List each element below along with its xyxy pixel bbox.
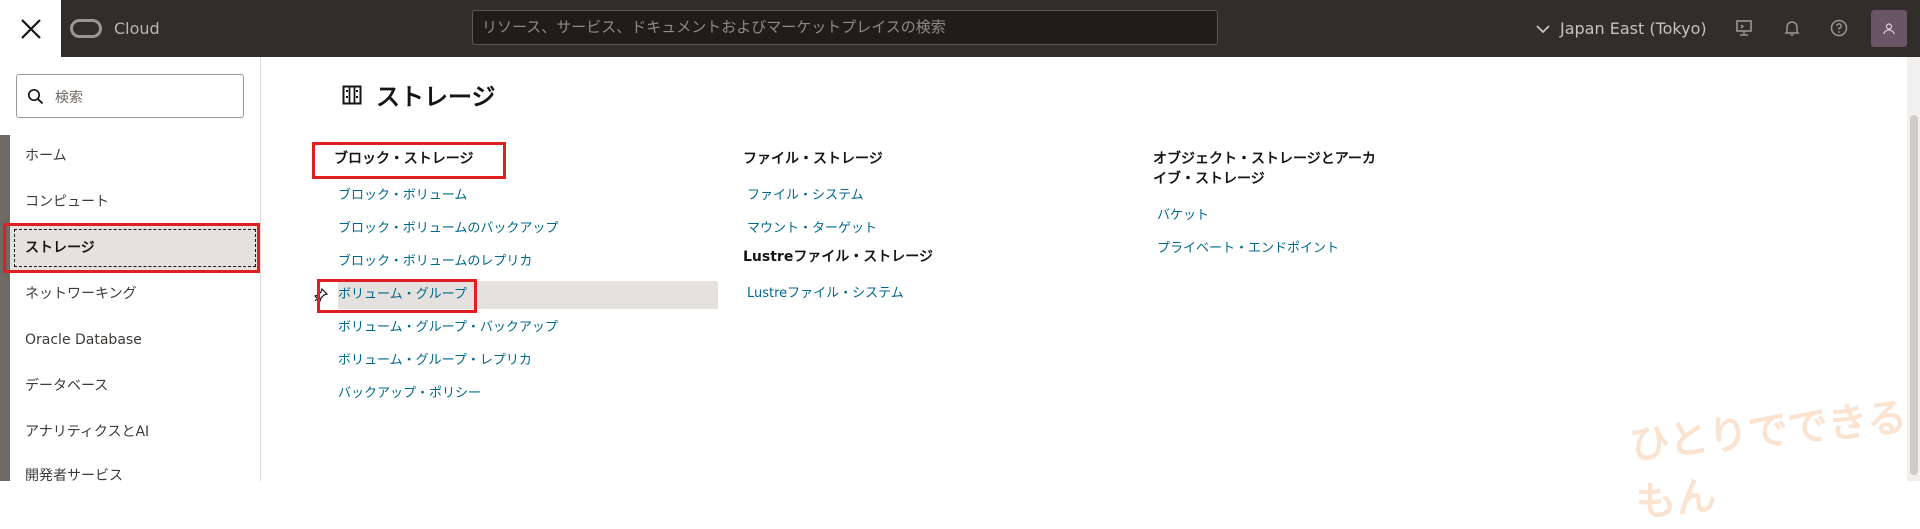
link-file-systems[interactable]: ファイル・システム bbox=[743, 179, 1123, 212]
notifications-button[interactable] bbox=[1781, 17, 1803, 39]
menu-search-placeholder: 検索 bbox=[55, 90, 83, 106]
top-bar: Cloud リソース、サービス、ドキュメントおよびマーケットプレイスの検索 Ja… bbox=[0, 0, 1920, 57]
bell-icon bbox=[1784, 21, 1800, 36]
global-search-input[interactable]: リソース、サービス、ドキュメントおよびマーケットプレイスの検索 bbox=[472, 10, 1218, 45]
link-volume-group-replicas[interactable]: ボリューム・グループ・レプリカ bbox=[334, 344, 734, 377]
group-heading: ファイル・ストレージ bbox=[743, 151, 883, 167]
sidebar-item-networking[interactable]: ネットワーキング bbox=[10, 271, 260, 317]
brand-text: Cloud bbox=[114, 19, 160, 38]
group-heading: Lustreファイル・ストレージ bbox=[743, 249, 934, 265]
sidebar-item-databases[interactable]: データベース bbox=[10, 363, 260, 409]
storage-icon bbox=[342, 85, 362, 104]
page-title: ストレージ bbox=[342, 77, 496, 112]
cloud-shell-icon bbox=[1736, 20, 1752, 36]
link-block-volume-backups[interactable]: ブロック・ボリュームのバックアップ bbox=[334, 212, 734, 245]
sidebar-item-developer-services[interactable]: 開発者サービス bbox=[10, 453, 260, 499]
sidebar-item-compute[interactable]: コンピュート bbox=[10, 179, 260, 225]
profile-button[interactable] bbox=[1871, 10, 1907, 47]
link-backup-policies[interactable]: バックアップ・ポリシー bbox=[334, 377, 734, 410]
page-title-text: ストレージ bbox=[376, 83, 496, 111]
link-buckets[interactable]: バケット bbox=[1153, 199, 1383, 232]
cloud-shell-button[interactable] bbox=[1733, 17, 1755, 39]
help-icon bbox=[1830, 19, 1848, 37]
link-private-endpoints[interactable]: プライベート・エンドポイント bbox=[1153, 232, 1383, 265]
user-icon bbox=[1883, 22, 1895, 34]
link-block-volumes[interactable]: ブロック・ボリューム bbox=[334, 179, 734, 212]
annotation-box-storage bbox=[3, 223, 260, 273]
region-label: Japan East (Tokyo) bbox=[1560, 19, 1707, 38]
chevron-down-icon bbox=[1536, 24, 1550, 33]
group-heading: オブジェクト・ストレージとアーカイブ・ストレージ bbox=[1153, 151, 1376, 187]
region-selector[interactable]: Japan East (Tokyo) bbox=[1536, 0, 1707, 57]
close-menu-button[interactable] bbox=[0, 0, 61, 57]
menu-search-input[interactable]: 検索 bbox=[16, 74, 244, 118]
link-lustre-file-systems[interactable]: Lustreファイル・システム bbox=[743, 277, 1123, 310]
nav-rail bbox=[0, 135, 10, 481]
link-block-volume-replicas[interactable]: ブロック・ボリュームのレプリカ bbox=[334, 245, 734, 278]
annotation-box-volume-groups bbox=[317, 279, 477, 313]
help-button[interactable] bbox=[1828, 17, 1850, 39]
sidebar-item-home[interactable]: ホーム bbox=[10, 133, 260, 179]
oracle-logo-icon bbox=[70, 19, 102, 38]
sidebar-item-oracle-database[interactable]: Oracle Database bbox=[10, 317, 260, 363]
search-icon bbox=[27, 88, 44, 105]
sidebar-item-analytics-ai[interactable]: アナリティクスとAI bbox=[10, 409, 260, 455]
link-volume-group-backups[interactable]: ボリューム・グループ・バックアップ bbox=[334, 311, 734, 344]
brand[interactable]: Cloud bbox=[70, 0, 160, 57]
close-icon bbox=[20, 18, 41, 39]
column-object-storage: オブジェクト・ストレージとアーカイブ・ストレージ バケット プライベート・エンド… bbox=[1153, 149, 1383, 265]
annotation-box-block-storage bbox=[312, 142, 506, 179]
navigation-sidebar: 検索 ホーム コンピュート ストレージ ネットワーキング Oracle Data… bbox=[0, 57, 261, 484]
column-file-storage: ファイル・ストレージ ファイル・システム マウント・ターゲット Lustreファ… bbox=[743, 149, 1123, 310]
link-mount-targets[interactable]: マウント・ターゲット bbox=[743, 212, 1123, 245]
